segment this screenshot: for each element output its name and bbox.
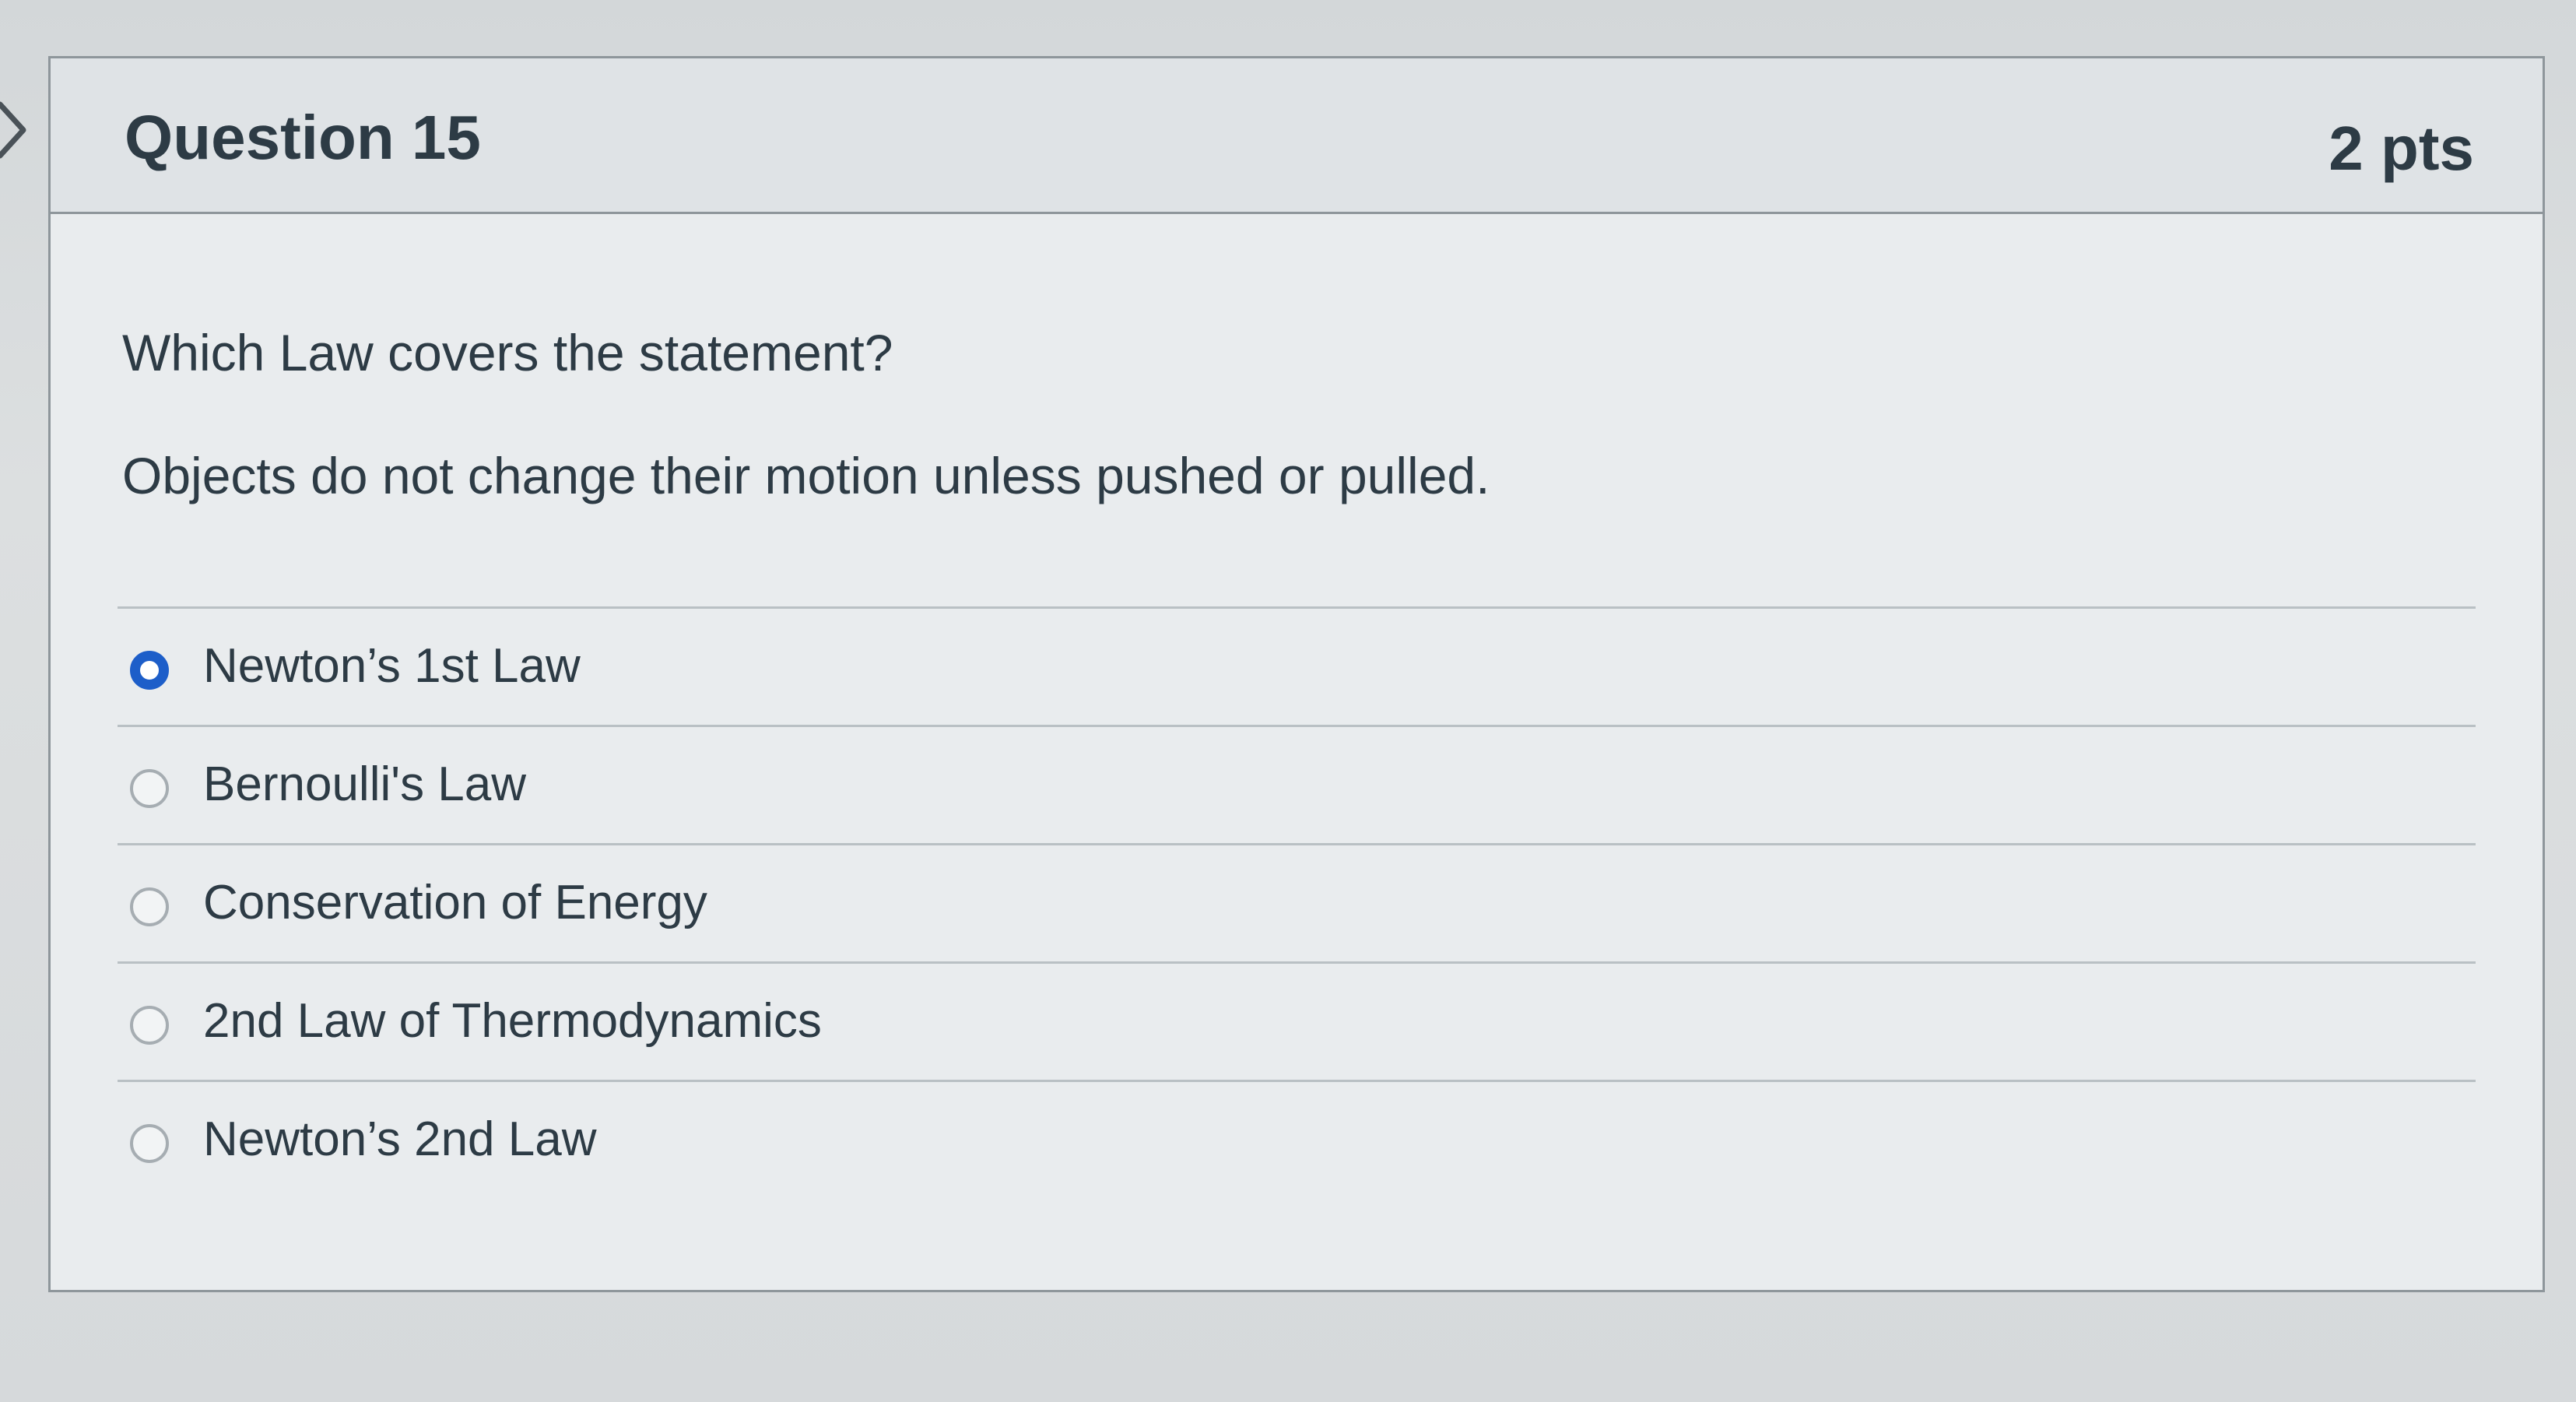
question-card: Question 15 2 pts Which Law covers the s…	[48, 56, 2545, 1292]
answer-list: Newton’s 1st Law Bernoulli's Law Conserv…	[118, 606, 2476, 1198]
chevron-right-icon[interactable]	[0, 100, 30, 160]
radio-button[interactable]	[130, 887, 169, 926]
radio-button[interactable]	[130, 769, 169, 808]
radio-button-selected[interactable]	[130, 651, 169, 690]
question-body: Which Law covers the statement? Objects …	[51, 214, 2543, 1290]
radio-button[interactable]	[130, 1124, 169, 1163]
answer-label[interactable]: Newton’s 1st Law	[203, 638, 581, 694]
answer-label[interactable]: Bernoulli's Law	[203, 757, 526, 812]
answer-option-2nd-law-of-thermodynamics[interactable]: 2nd Law of Thermodynamics	[118, 961, 2476, 1080]
answer-label[interactable]: 2nd Law of Thermodynamics	[203, 993, 822, 1049]
answer-option-newtons-2nd-law[interactable]: Newton’s 2nd Law	[118, 1080, 2476, 1198]
answer-label[interactable]: Conservation of Energy	[203, 875, 707, 930]
answer-option-newtons-1st-law[interactable]: Newton’s 1st Law	[118, 606, 2476, 725]
answer-label[interactable]: Newton’s 2nd Law	[203, 1112, 597, 1167]
answer-option-bernoullis-law[interactable]: Bernoulli's Law	[118, 725, 2476, 843]
question-header: Question 15 2 pts	[51, 58, 2543, 214]
question-points: 2 pts	[2329, 114, 2474, 183]
radio-button[interactable]	[130, 1006, 169, 1045]
question-prompt: Which Law covers the statement?	[122, 324, 893, 381]
answer-option-conservation-of-energy[interactable]: Conservation of Energy	[118, 843, 2476, 961]
question-title: Question 15	[125, 103, 481, 172]
question-statement: Objects do not change their motion unles…	[122, 447, 1490, 504]
